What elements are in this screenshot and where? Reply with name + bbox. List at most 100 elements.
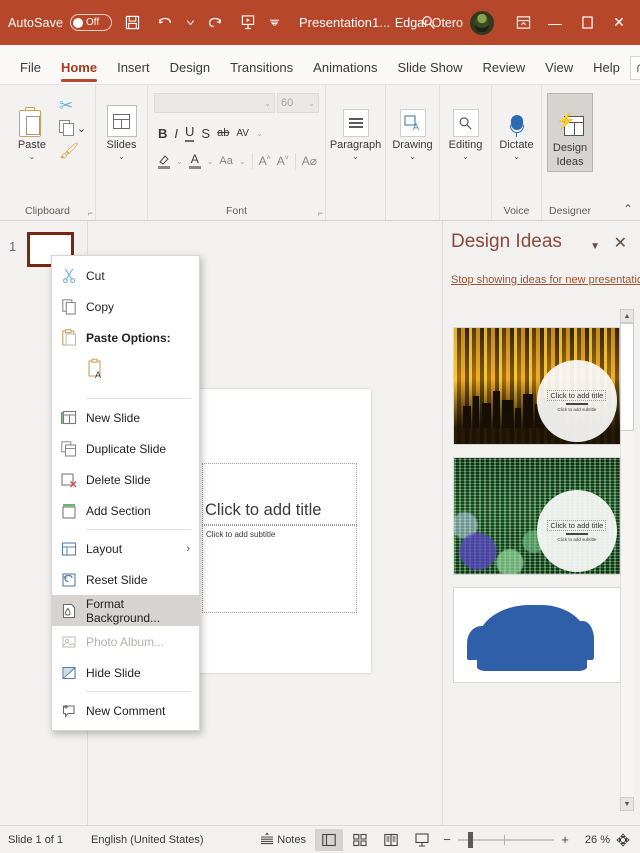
tab-file[interactable]: File bbox=[10, 60, 51, 84]
design-idea-green-city[interactable]: Click to add title Click to add subtitle bbox=[453, 457, 621, 575]
undo-icon[interactable] bbox=[152, 10, 178, 36]
format-painter-button[interactable]: 🖌 bbox=[59, 141, 86, 161]
paste-button[interactable]: Paste ⌄ bbox=[9, 93, 55, 161]
document-title[interactable]: Presentation1... bbox=[299, 15, 390, 30]
slide-sorter-icon[interactable] bbox=[346, 829, 374, 851]
zoom-out-button[interactable]: − bbox=[439, 832, 455, 847]
paragraph-dropdown-icon[interactable]: ⌄ bbox=[352, 152, 359, 161]
context-menu-item-delete-slide[interactable]: Delete Slide bbox=[52, 464, 199, 495]
normal-view-icon[interactable] bbox=[315, 828, 343, 851]
zoom-level-label[interactable]: 26 % bbox=[576, 834, 610, 846]
copy-button[interactable]: ⌄ bbox=[58, 120, 86, 137]
zoom-slider[interactable] bbox=[458, 831, 554, 848]
user-name[interactable]: Edgar Otero bbox=[395, 16, 463, 30]
context-menu-item-copy[interactable]: Copy bbox=[52, 291, 199, 322]
share-icon[interactable] bbox=[629, 56, 640, 80]
context-menu-item-cut[interactable]: Cut bbox=[52, 260, 199, 291]
slide-canvas[interactable]: Click to add title Click to add subtitle bbox=[188, 389, 371, 673]
drawing-dropdown-icon[interactable]: ⌄ bbox=[409, 152, 416, 161]
customize-quick-access-icon[interactable] bbox=[268, 10, 280, 36]
context-menu-item-new-comment[interactable]: New Comment bbox=[52, 695, 199, 726]
paste-dropdown-icon[interactable]: ⌄ bbox=[29, 152, 36, 161]
strikethrough-button[interactable]: ab bbox=[217, 127, 229, 139]
underline-button[interactable]: U bbox=[185, 124, 195, 142]
scroll-up-icon[interactable]: ▲ bbox=[620, 309, 634, 323]
paragraph-button[interactable]: Paragraph ⌄ bbox=[330, 93, 382, 161]
font-name-chevron-down-icon[interactable]: ⌄ bbox=[264, 99, 271, 108]
fit-to-window-icon[interactable] bbox=[613, 832, 633, 847]
notes-button[interactable]: Notes bbox=[254, 832, 312, 848]
collapse-ribbon-icon[interactable]: ⌃ bbox=[623, 202, 633, 216]
slides-button[interactable]: Slides ⌄ bbox=[99, 93, 145, 161]
close-icon[interactable]: ✕ bbox=[614, 233, 627, 253]
undo-dropdown-icon[interactable] bbox=[185, 10, 195, 36]
tab-review[interactable]: Review bbox=[473, 60, 536, 84]
cut-button[interactable]: ✂ bbox=[59, 96, 86, 116]
design-idea-gold-city[interactable]: Click to add title Click to add subtitle bbox=[453, 327, 621, 445]
context-menu-item-new-slide[interactable]: New Slide bbox=[52, 402, 199, 433]
tab-animations[interactable]: Animations bbox=[303, 60, 387, 84]
font-color-chevron-down-icon[interactable]: ⌄ bbox=[207, 157, 214, 166]
title-placeholder[interactable]: Click to add title bbox=[202, 463, 357, 525]
editing-dropdown-icon[interactable]: ⌄ bbox=[462, 152, 469, 161]
context-menu-item-hide-slide[interactable]: Hide Slide bbox=[52, 657, 199, 688]
italic-button[interactable]: I bbox=[174, 126, 178, 141]
ribbon-display-options-icon[interactable] bbox=[508, 8, 538, 38]
slides-dropdown-icon[interactable]: ⌄ bbox=[118, 152, 125, 161]
autosave-toggle[interactable]: Off bbox=[70, 14, 113, 31]
clear-formatting-icon[interactable]: A⌀ bbox=[302, 154, 317, 168]
editing-button[interactable]: Editing ⌄ bbox=[443, 93, 489, 161]
minimize-button[interactable]: — bbox=[540, 8, 570, 38]
avatar[interactable] bbox=[470, 10, 494, 35]
text-shadow-button[interactable]: S bbox=[201, 126, 210, 141]
close-button[interactable]: ✕ bbox=[604, 8, 634, 38]
context-menu-paste-option-keep-text-only[interactable]: A bbox=[52, 353, 199, 395]
context-menu-item-reset-slide[interactable]: Reset Slide bbox=[52, 564, 199, 595]
slideshow-icon[interactable] bbox=[408, 829, 436, 851]
start-presentation-icon[interactable] bbox=[235, 10, 261, 36]
restore-button[interactable] bbox=[572, 8, 602, 38]
context-menu-item-layout[interactable]: Layout › bbox=[52, 533, 199, 564]
stop-showing-ideas-link[interactable]: Stop showing ideas for new presentations bbox=[451, 274, 640, 286]
context-menu-item-add-section[interactable]: Add Section bbox=[52, 495, 199, 526]
copy-dropdown-icon[interactable]: ⌄ bbox=[77, 122, 86, 135]
tab-help[interactable]: Help bbox=[583, 60, 630, 84]
tab-view[interactable]: View bbox=[535, 60, 583, 84]
language-label[interactable]: English (United States) bbox=[91, 834, 204, 846]
font-name-input[interactable]: ⌄ bbox=[154, 93, 275, 113]
redo-icon[interactable] bbox=[202, 10, 228, 36]
design-idea-blue-splash[interactable] bbox=[453, 587, 621, 683]
font-size-input[interactable]: 60 ⌄ bbox=[277, 93, 319, 113]
tab-slide-show[interactable]: Slide Show bbox=[387, 60, 472, 84]
design-ideas-scrollbar-thumb[interactable] bbox=[620, 323, 634, 431]
tab-design[interactable]: Design bbox=[160, 60, 220, 84]
save-icon[interactable] bbox=[119, 10, 145, 36]
decrease-font-size-button[interactable]: A˅ bbox=[277, 154, 289, 168]
dictate-button[interactable]: Dictate ⌄ bbox=[495, 93, 539, 161]
bold-button[interactable]: B bbox=[158, 126, 167, 141]
highlight-chevron-down-icon[interactable]: ⌄ bbox=[176, 157, 183, 166]
drawing-button[interactable]: A Drawing ⌄ bbox=[389, 93, 437, 161]
text-highlight-color-button[interactable] bbox=[158, 154, 170, 169]
scroll-down-icon[interactable]: ▼ bbox=[620, 797, 634, 811]
reading-view-icon[interactable] bbox=[377, 829, 405, 851]
change-case-chevron-down-icon[interactable]: ⌄ bbox=[239, 157, 246, 166]
tab-home[interactable]: Home bbox=[51, 60, 107, 84]
font-dialog-launcher-icon[interactable]: ⌐ bbox=[318, 208, 323, 218]
slide-count-label[interactable]: Slide 1 of 1 bbox=[8, 834, 63, 846]
context-menu-item-format-background[interactable]: Format Background... bbox=[52, 595, 199, 626]
subtitle-placeholder[interactable]: Click to add subtitle bbox=[202, 525, 357, 613]
font-size-chevron-down-icon[interactable]: ⌄ bbox=[308, 99, 315, 108]
chevron-down-icon[interactable]: ▼ bbox=[590, 241, 600, 252]
zoom-in-button[interactable]: + bbox=[557, 832, 573, 847]
dictate-dropdown-icon[interactable]: ⌄ bbox=[513, 152, 520, 161]
clipboard-dialog-launcher-icon[interactable]: ⌐ bbox=[88, 208, 93, 218]
zoom-slider-handle[interactable] bbox=[468, 831, 473, 848]
increase-font-size-button[interactable]: A˄ bbox=[259, 154, 271, 168]
context-menu-item-duplicate-slide[interactable]: Duplicate Slide bbox=[52, 433, 199, 464]
change-case-button[interactable]: Aa bbox=[219, 155, 232, 167]
character-spacing-chevron-down-icon[interactable]: ⌄ bbox=[256, 129, 263, 138]
character-spacing-button[interactable]: AV bbox=[236, 128, 249, 139]
tab-insert[interactable]: Insert bbox=[107, 60, 160, 84]
tab-transitions[interactable]: Transitions bbox=[220, 60, 303, 84]
